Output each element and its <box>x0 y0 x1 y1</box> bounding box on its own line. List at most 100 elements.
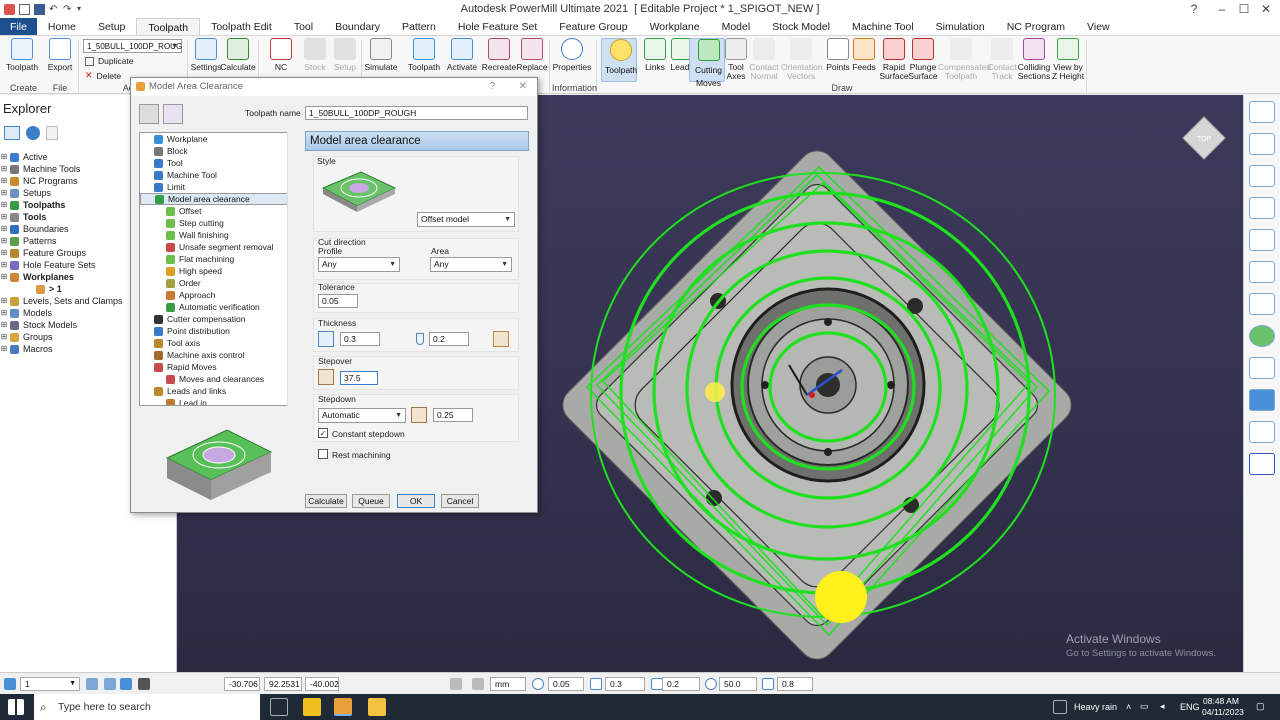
expand-icon[interactable]: ⊞ <box>0 259 8 271</box>
profile-select[interactable]: Any ▼ <box>318 257 400 272</box>
replace-button[interactable]: Replace <box>514 38 550 72</box>
strategy-tree-item[interactable]: Cutter compensation <box>140 313 296 325</box>
calculator-icon[interactable] <box>450 678 462 690</box>
windows-start-icon[interactable] <box>8 699 24 715</box>
explorer-tree-icon[interactable] <box>4 126 20 140</box>
expand-icon[interactable]: ⊞ <box>0 187 8 199</box>
file-explorer-icon[interactable] <box>368 698 386 716</box>
zoom-icon[interactable] <box>1249 197 1275 219</box>
strategy-tree-item[interactable]: Moves and clearances <box>140 373 296 385</box>
tab-nc-program[interactable]: NC Program <box>996 18 1076 35</box>
trash-icon[interactable] <box>46 126 58 140</box>
expand-icon[interactable]: ⊞ <box>0 319 8 331</box>
tree-scrollbar[interactable] <box>287 132 297 406</box>
component-thickness-icon[interactable] <box>493 331 509 347</box>
stepover-field[interactable]: 37.5 <box>340 371 378 385</box>
strategy-tree-item[interactable]: Order <box>140 277 296 289</box>
tab-machine-tool[interactable]: Machine Tool <box>841 18 925 35</box>
tab-home[interactable]: Home <box>37 18 87 35</box>
orientation-vectors-button[interactable]: Orientation Vectors <box>781 38 823 81</box>
status-diameter[interactable]: 50.0 <box>719 677 757 691</box>
strategy-tree-item[interactable]: Model area clearance <box>140 193 296 205</box>
compensated-toolpath-button[interactable]: Compensated Toolpath <box>938 38 991 81</box>
contact-normal-button[interactable]: Contact Normal <box>746 38 782 81</box>
strategy-tree-item[interactable]: Rapid Moves <box>140 361 296 373</box>
tab-boundary[interactable]: Boundary <box>324 18 391 35</box>
workplane-select[interactable]: 1 ▼ <box>20 677 80 691</box>
status-axial[interactable]: 0.2 <box>662 677 700 691</box>
redo-icon[interactable]: ↷ <box>63 4 73 15</box>
strategy-tree-item[interactable]: Point distribution <box>140 325 296 337</box>
save-icon[interactable] <box>34 3 45 15</box>
create-toolpath-button[interactable]: Toolpath <box>4 38 40 72</box>
notifications-icon[interactable]: ▢ <box>1256 701 1265 712</box>
help-icon[interactable]: ? <box>1180 0 1208 18</box>
toolpath-statistics-button[interactable]: Toolpath <box>406 38 442 72</box>
grid-icon[interactable] <box>104 678 116 690</box>
status-angle[interactable]: 0.8 <box>777 677 813 691</box>
dialog-close-button[interactable]: ✕ <box>519 78 527 96</box>
duplicate-button[interactable]: Duplicate <box>85 56 133 66</box>
expand-icon[interactable]: ⊞ <box>0 199 8 211</box>
tab-stock-model[interactable]: Stock Model <box>761 18 841 35</box>
tab-pattern[interactable]: Pattern <box>391 18 447 35</box>
delete-button[interactable]: ✕ Delete <box>85 70 121 81</box>
strategy-tree-item[interactable]: Leads and links <box>140 385 296 397</box>
tab-tool[interactable]: Tool <box>283 18 324 35</box>
radial-thickness-icon[interactable] <box>318 331 334 347</box>
style-select[interactable]: Offset model ▼ <box>417 212 515 227</box>
expand-icon[interactable]: ⊞ <box>0 343 8 355</box>
lock-icon[interactable] <box>138 678 150 690</box>
stepdown-copy-icon[interactable] <box>411 407 427 423</box>
expand-icon[interactable]: ⊞ <box>0 271 8 283</box>
strategy-tree-item[interactable]: Tool axis <box>140 337 296 349</box>
export-button[interactable]: Export <box>42 38 78 72</box>
calculate-dialog-button[interactable]: Calculate <box>305 494 347 508</box>
expand-icon[interactable]: ⊞ <box>0 223 8 235</box>
network-icon[interactable]: ▭ <box>1140 701 1149 712</box>
tab-hole-feature-set[interactable]: Hole Feature Set <box>447 18 548 35</box>
powermill-taskbar-icon[interactable] <box>334 698 352 716</box>
tab-setup[interactable]: Setup <box>87 18 136 35</box>
tab-view[interactable]: View <box>1076 18 1121 35</box>
tolerance-field[interactable]: 0.05 <box>318 294 358 308</box>
undo-icon[interactable]: ↶ <box>49 4 59 15</box>
dialog-help-button[interactable]: ? <box>489 78 495 96</box>
recreate-button[interactable]: Recreate <box>481 38 517 72</box>
radial-thickness-field[interactable]: 0.3 <box>340 332 380 346</box>
strategy-tree-item[interactable]: High speed <box>140 265 296 277</box>
taskbar-search[interactable]: ⌕ Type here to search <box>34 694 260 720</box>
expand-icon[interactable]: ⊞ <box>0 295 8 307</box>
app-taskbar-icon[interactable] <box>303 698 321 716</box>
status-tolerance[interactable]: 0.05 <box>548 677 584 691</box>
strategy-tree-item[interactable]: Machine Tool <box>140 169 296 181</box>
tab-feature-group[interactable]: Feature Group <box>548 18 638 35</box>
clock-time[interactable]: 08:48 AM <box>1203 696 1239 706</box>
queue-button[interactable]: Queue <box>352 494 390 508</box>
status-thickness[interactable]: 0.3 <box>605 677 645 691</box>
strategy-tree-item[interactable]: Lead in <box>140 397 296 405</box>
rotate-icon[interactable] <box>1249 229 1275 251</box>
strategy-tree-item[interactable]: Flat machining <box>140 253 296 265</box>
cancel-button[interactable]: Cancel <box>441 494 479 508</box>
tab-model[interactable]: Model <box>711 18 762 35</box>
view-top-icon[interactable] <box>1249 165 1275 187</box>
strategy-tree-item[interactable]: Workplane <box>140 133 296 145</box>
setup-button[interactable]: Setup <box>327 38 363 72</box>
zoom-fit-icon[interactable] <box>1249 293 1275 315</box>
tab-workplane[interactable]: Workplane <box>639 18 711 35</box>
strategy-selector-icon[interactable] <box>139 104 159 124</box>
task-view-icon[interactable] <box>270 698 288 716</box>
settings-button[interactable]: Settings <box>188 38 224 72</box>
select-icon[interactable] <box>1249 421 1275 443</box>
ok-button[interactable]: OK <box>397 494 435 508</box>
weather-icon[interactable] <box>1053 700 1067 714</box>
wireframe-icon[interactable] <box>1249 357 1275 379</box>
stepdown-field[interactable]: 0.25 <box>433 408 473 422</box>
solid-icon[interactable] <box>1249 389 1275 411</box>
stepdown-mode-select[interactable]: Automatic ▼ <box>318 408 406 423</box>
calculate-button[interactable]: Calculate <box>220 38 256 72</box>
zoom-box-icon[interactable] <box>1249 261 1275 283</box>
expand-icon[interactable]: ⊞ <box>0 331 8 343</box>
strategy-tree-item[interactable]: Offset <box>140 205 296 217</box>
